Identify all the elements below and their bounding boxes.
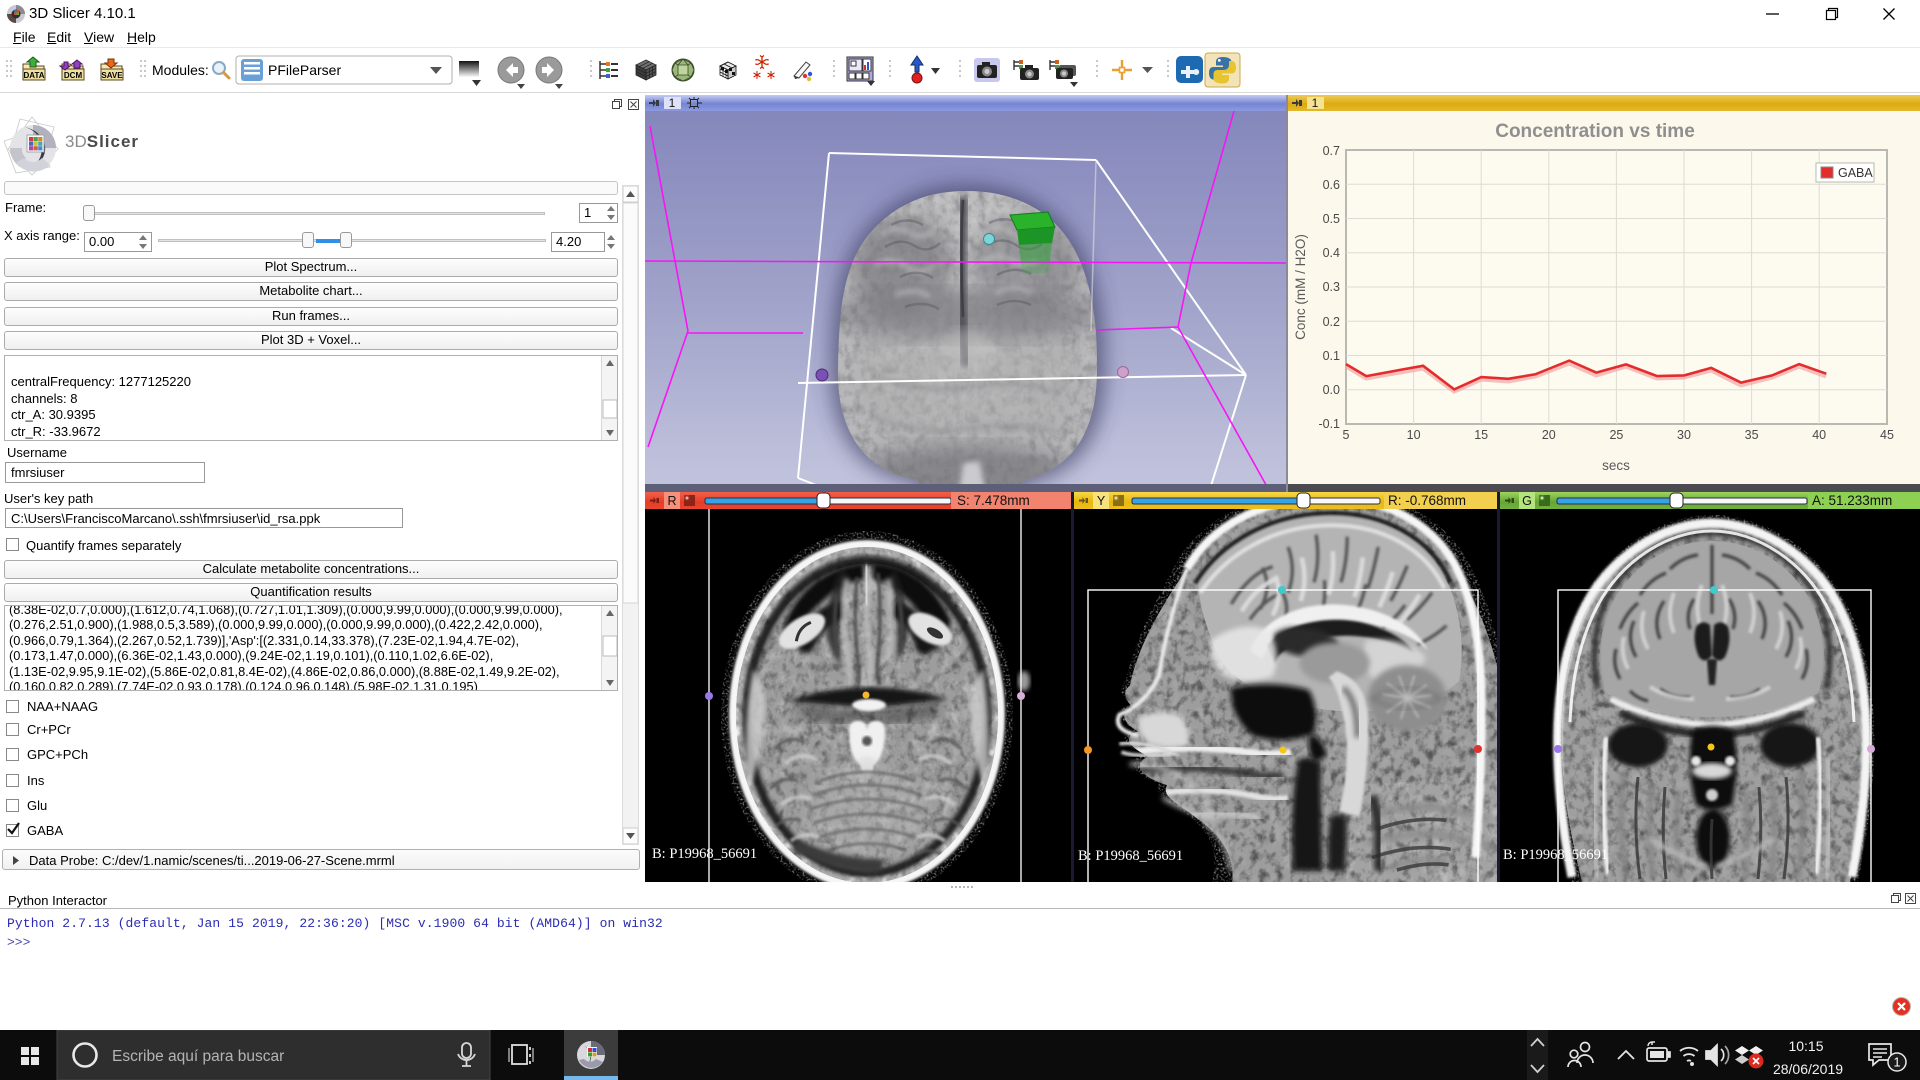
- svg-text:0.1: 0.1: [1323, 349, 1340, 363]
- svg-text:30: 30: [1677, 428, 1691, 442]
- svg-text:1: 1: [1894, 1056, 1901, 1070]
- svg-text:G: G: [1522, 494, 1532, 508]
- svg-text:1: 1: [669, 97, 676, 109]
- svg-text:B: P19968_56691: B: P19968_56691: [1078, 848, 1183, 864]
- svg-text:0.3: 0.3: [1323, 280, 1340, 294]
- svg-text:0.7: 0.7: [1323, 144, 1340, 158]
- svg-text:28/06/2019: 28/06/2019: [1773, 1061, 1843, 1077]
- svg-text:DATA: DATA: [23, 71, 44, 80]
- svg-text:R: -0.768mm: R: -0.768mm: [1388, 493, 1466, 508]
- svg-text:Modules:: Modules:: [152, 62, 209, 78]
- svg-text:0.4: 0.4: [1323, 246, 1340, 260]
- svg-text:45: 45: [1880, 428, 1894, 442]
- svg-text:40: 40: [1812, 428, 1826, 442]
- svg-text:B: P19968_56691: B: P19968_56691: [652, 846, 757, 862]
- svg-text:0.2: 0.2: [1323, 315, 1340, 329]
- svg-text:secs: secs: [1602, 458, 1630, 473]
- svg-text:20: 20: [1542, 428, 1556, 442]
- svg-text:A: 51.233mm: A: 51.233mm: [1812, 493, 1892, 508]
- svg-text:B: P19968_56691: B: P19968_56691: [1503, 847, 1608, 863]
- svg-text:-0.1: -0.1: [1318, 417, 1340, 431]
- svg-text:10: 10: [1407, 428, 1421, 442]
- svg-text:SAVE: SAVE: [101, 71, 123, 80]
- svg-text:GABA: GABA: [1838, 166, 1873, 180]
- svg-text:Escribe aquí para buscar: Escribe aquí para buscar: [112, 1048, 284, 1065]
- svg-text:15: 15: [1474, 428, 1488, 442]
- svg-text:0.0: 0.0: [1323, 383, 1340, 397]
- svg-text:25: 25: [1609, 428, 1623, 442]
- svg-text:S: 7.478mm: S: 7.478mm: [957, 493, 1030, 508]
- svg-text:1: 1: [1312, 97, 1319, 109]
- svg-text:Concentration vs time: Concentration vs time: [1495, 121, 1695, 142]
- svg-text:5: 5: [1343, 428, 1350, 442]
- svg-text:Conc (mM / H2O): Conc (mM / H2O): [1293, 234, 1308, 340]
- svg-text:DCM: DCM: [64, 71, 83, 80]
- svg-text:10:15: 10:15: [1788, 1038, 1823, 1054]
- svg-text:35: 35: [1745, 428, 1759, 442]
- svg-text:0.6: 0.6: [1323, 178, 1340, 192]
- svg-text:0.5: 0.5: [1323, 212, 1340, 226]
- svg-text:Y: Y: [1097, 494, 1106, 508]
- svg-text:R: R: [667, 494, 676, 508]
- svg-text:PFileParser: PFileParser: [268, 62, 341, 78]
